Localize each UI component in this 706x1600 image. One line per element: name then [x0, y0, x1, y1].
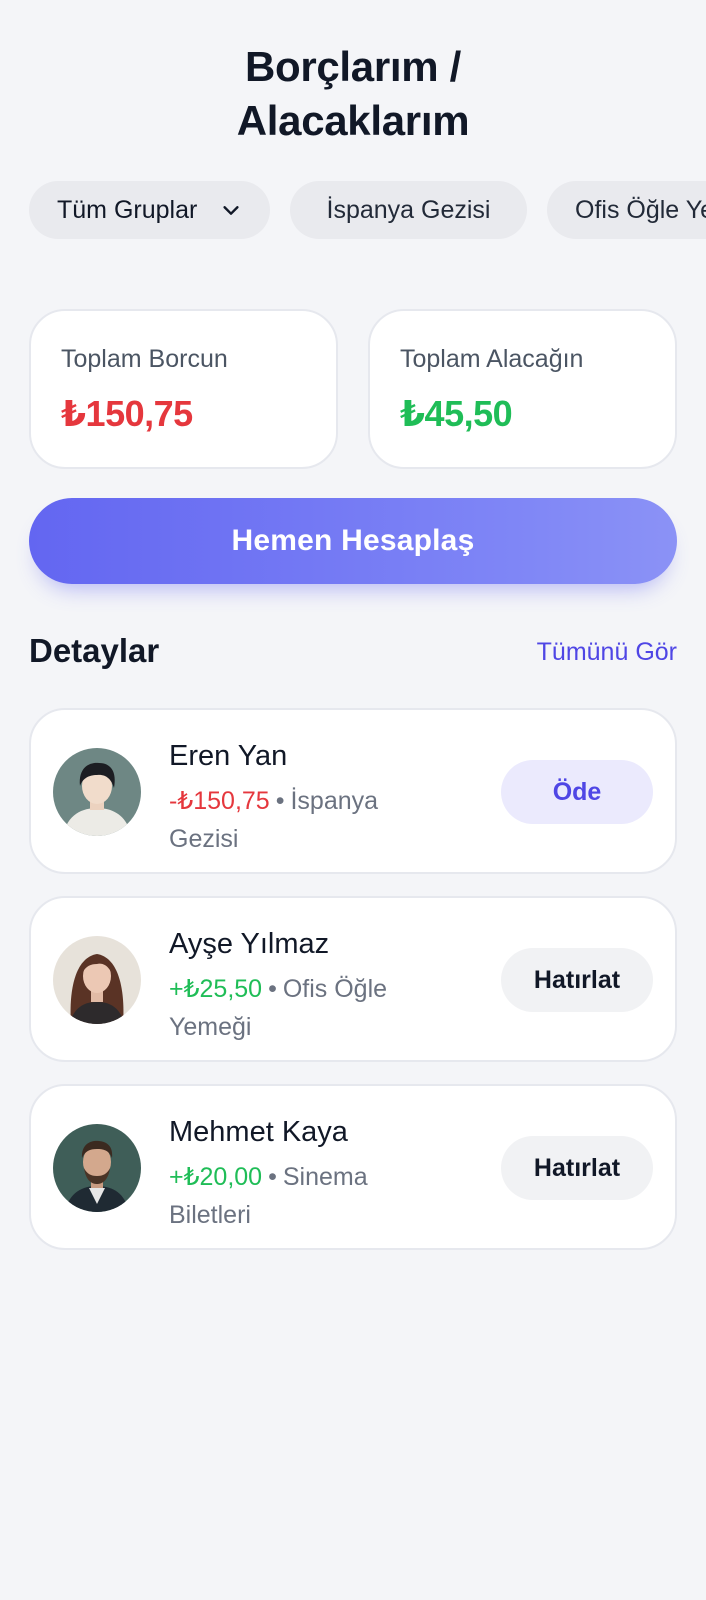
- remind-button[interactable]: Hatırlat: [501, 1136, 653, 1200]
- details-section-title: Detaylar: [29, 632, 160, 669]
- avatar: [53, 748, 141, 836]
- total-credit-label: Toplam Alacağın: [400, 345, 584, 373]
- person-name: Eren Yan: [169, 740, 288, 772]
- transaction-detail: +₺25,50 • Ofis Öğle Yemeği: [169, 970, 439, 1046]
- group-filter-bar: Tüm Gruplar İspanya Gezisi Ofis Öğle Yem…: [29, 181, 706, 239]
- remind-button[interactable]: Hatırlat: [501, 948, 653, 1012]
- total-debt-card: Toplam Borcun ₺150,75: [29, 309, 338, 469]
- separator-dot: •: [268, 1163, 277, 1191]
- filter-chip-label: Tüm Gruplar: [57, 195, 198, 224]
- separator-dot: •: [275, 787, 285, 815]
- page-title-line1: Borçlarım /: [244, 43, 462, 90]
- filter-chip-label: Ofis Öğle Yemeği: [575, 195, 706, 224]
- chevron-down-icon: [223, 206, 239, 215]
- page-title-line2: Alacaklarım: [236, 97, 470, 144]
- total-credit-card: Toplam Alacağın ₺45,50: [368, 309, 677, 469]
- transaction-detail: -₺150,75 • İspanya Gezisi: [169, 782, 439, 858]
- transaction-detail: +₺20,00 • Sinema Biletleri: [169, 1158, 439, 1234]
- pay-button[interactable]: Öde: [501, 760, 653, 824]
- person-name: Mehmet Kaya: [169, 1116, 348, 1148]
- amount-value: -₺150,75: [169, 787, 270, 815]
- total-debt-value: ₺150,75: [61, 393, 193, 434]
- amount-value: +₺25,50: [169, 975, 263, 1003]
- filter-chip-spain-trip[interactable]: İspanya Gezisi: [290, 181, 527, 239]
- see-all-link[interactable]: Tümünü Gör: [537, 638, 677, 667]
- list-item: Mehmet Kaya +₺20,00 • Sinema Biletleri Hat…: [29, 1084, 677, 1250]
- total-credit-value: ₺45,50: [400, 393, 513, 434]
- amount-value: +₺20,00: [169, 1163, 263, 1191]
- filter-chip-office-lunch[interactable]: Ofis Öğle Yemeği: [547, 181, 706, 239]
- filter-chip-label: İspanya Gezisi: [326, 195, 491, 224]
- avatar: [53, 936, 141, 1024]
- list-item: Eren Yan -₺150,75 • İspanya Gezisi Öde: [29, 708, 677, 874]
- settle-now-button[interactable]: Hemen Hesaplaş: [29, 498, 677, 584]
- avatar: [53, 1124, 141, 1212]
- page-title: Borçlarım / Alacaklarım: [0, 40, 706, 148]
- total-debt-label: Toplam Borcun: [61, 345, 228, 373]
- list-item: Ayşe Yılmaz +₺25,50 • Ofis Öğle Yemeği Hat…: [29, 896, 677, 1062]
- filter-chip-all-groups[interactable]: Tüm Gruplar: [29, 181, 270, 239]
- separator-dot: •: [268, 975, 277, 1003]
- person-name: Ayşe Yılmaz: [169, 928, 330, 960]
